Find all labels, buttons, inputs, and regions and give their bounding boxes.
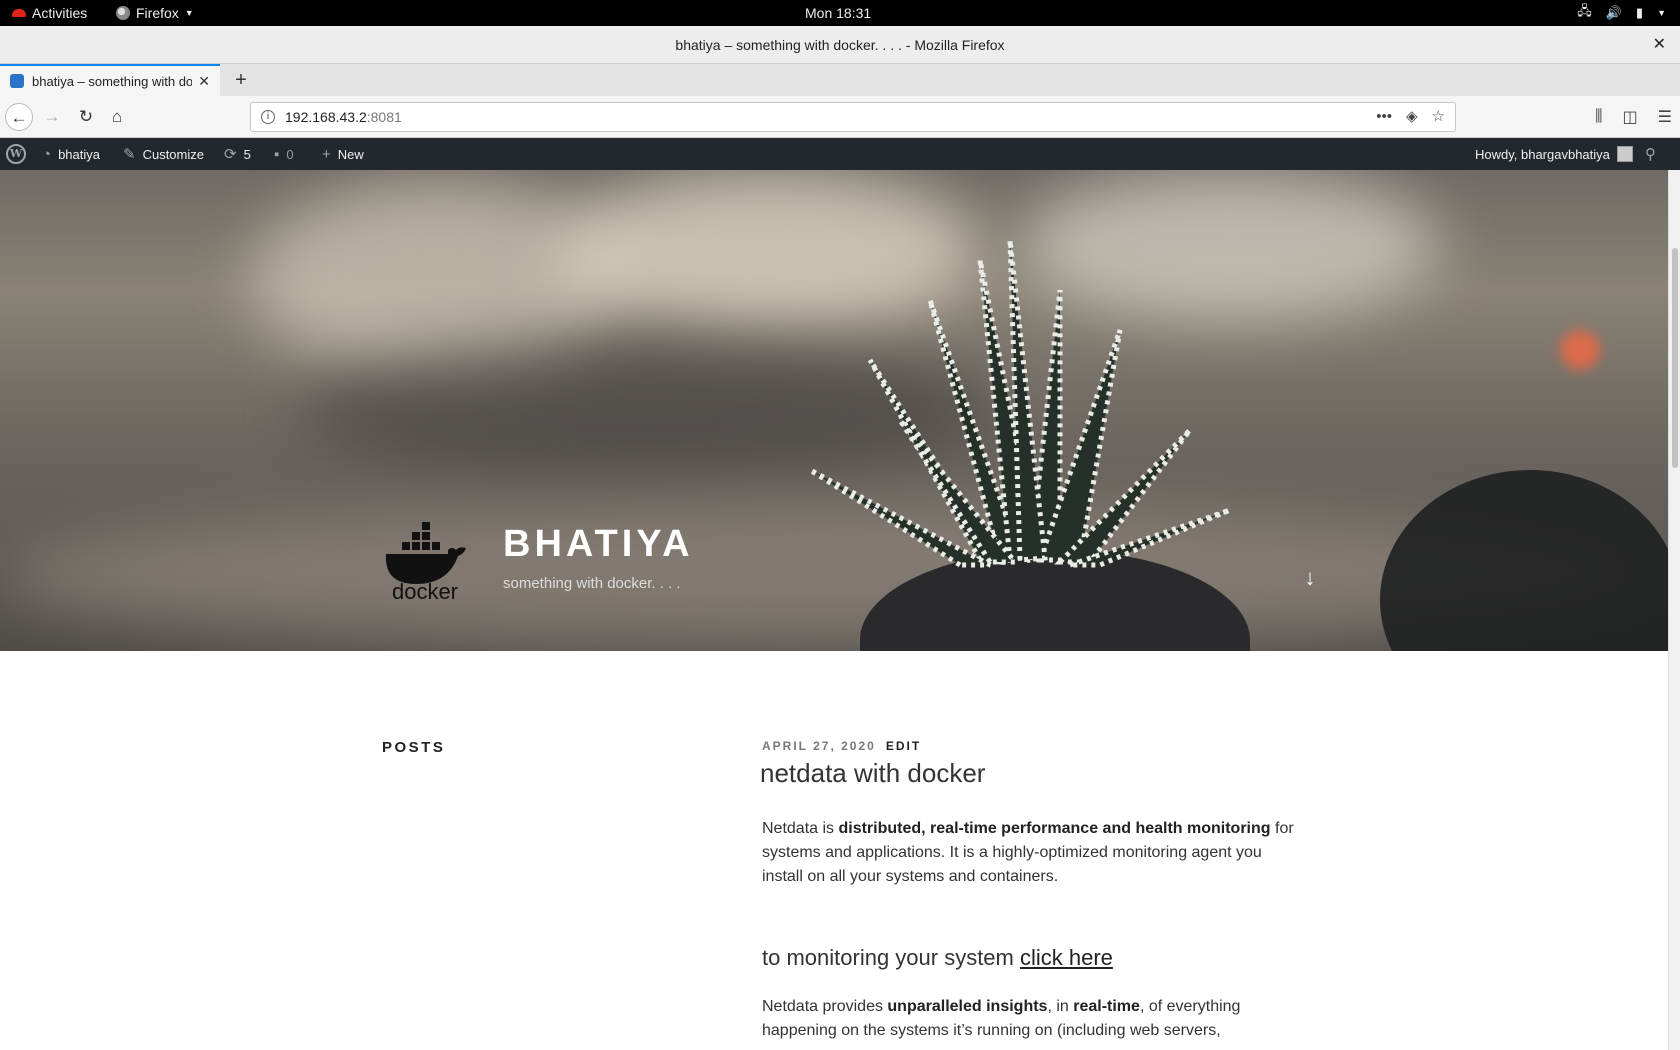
tab-title: bhatiya – something with docker xyxy=(32,73,192,89)
search-icon: ⚲ xyxy=(1645,146,1656,163)
wp-admin-bar: W ◔ bhatiya ✎ Customize ⟳ 5 ▪ 0 + New Ho… xyxy=(0,138,1680,170)
library-icon[interactable]: ⫼ xyxy=(1595,108,1602,126)
scroll-down-arrow-icon[interactable]: ↓ xyxy=(1298,565,1322,595)
avatar xyxy=(1616,146,1633,162)
navigation-toolbar: ← → ↻ ⌂ i 192.168.43.2:8081 ••• ◈ ☆ ⫼ ◫ … xyxy=(0,96,1680,138)
wp-logo-button[interactable]: W xyxy=(6,138,26,170)
menu-icon[interactable]: ☰ xyxy=(1658,107,1672,127)
site-description: something with docker. . . . xyxy=(503,575,681,592)
bookmark-star-icon[interactable]: ☆ xyxy=(1432,103,1445,131)
battery-icon: ▮ xyxy=(1635,5,1644,20)
page-actions-icon[interactable]: ••• xyxy=(1376,103,1392,131)
custom-header: docker BHATIYA something with docker. . … xyxy=(0,170,1668,651)
posts-heading: POSTS xyxy=(382,739,446,756)
forward-button[interactable]: → xyxy=(38,103,66,131)
plus-icon: + xyxy=(322,145,331,163)
site-name-label: bhatiya xyxy=(58,146,100,162)
customize-link[interactable]: ✎ Customize xyxy=(123,138,204,170)
back-button[interactable]: ← xyxy=(5,103,33,131)
site-title[interactable]: BHATIYA xyxy=(503,523,694,566)
updates-icon: ⟳ xyxy=(224,146,237,163)
updates-link[interactable]: ⟳ 5 xyxy=(224,138,251,170)
favicon-icon xyxy=(10,74,24,88)
updates-count: 5 xyxy=(243,146,251,162)
admin-search-button[interactable]: ⚲ xyxy=(1645,138,1656,170)
sidebar-icon[interactable]: ◫ xyxy=(1623,107,1638,127)
url-port: :8081 xyxy=(366,109,402,125)
info-icon[interactable]: i xyxy=(261,110,275,124)
reload-button[interactable]: ↻ xyxy=(72,103,100,131)
new-label: New xyxy=(337,146,364,162)
redhat-icon xyxy=(12,9,26,17)
post-date[interactable]: APRIL 27, 2020 xyxy=(762,739,876,753)
volume-icon: 🔊 xyxy=(1605,5,1622,20)
window-title-bar: bhatiya – something with docker. . . . -… xyxy=(0,26,1680,64)
dashboard-icon: ◔ xyxy=(42,145,52,163)
wordpress-icon: W xyxy=(6,144,26,164)
new-content-link[interactable]: + New xyxy=(322,138,364,170)
url-host: 192.168.43.2 xyxy=(285,109,367,125)
bold-text: distributed, real-time performance and h… xyxy=(838,820,1271,837)
svg-text:docker: docker xyxy=(392,579,458,600)
home-button[interactable]: ⌂ xyxy=(103,103,131,131)
url-bar[interactable]: i 192.168.43.2:8081 ••• ◈ ☆ xyxy=(250,102,1456,132)
text-span: to monitoring your system xyxy=(762,945,1020,970)
text-span: Netdata provides xyxy=(762,998,888,1015)
pocket-icon[interactable]: ◈ xyxy=(1406,103,1418,131)
edit-link[interactable]: EDIT xyxy=(886,739,921,753)
tab-strip: bhatiya – something with docker ✕ + xyxy=(0,64,1680,96)
text-span: Netdata is xyxy=(762,820,839,837)
app-menu-button[interactable]: Firefox ▼ xyxy=(116,0,194,26)
clock-label: Mon 18:31 xyxy=(805,5,872,21)
new-tab-button[interactable]: + xyxy=(230,64,252,96)
site-name-link[interactable]: ◔ bhatiya xyxy=(42,138,100,170)
post-title[interactable]: netdata with docker xyxy=(760,758,985,789)
chevron-down-icon: ▼ xyxy=(1657,8,1666,18)
network-icon: 🖧 xyxy=(1577,3,1592,18)
click-here-link[interactable]: click here xyxy=(1020,945,1113,970)
activities-label: Activities xyxy=(32,5,88,21)
activities-button[interactable]: Activities xyxy=(12,0,87,26)
comments-count: 0 xyxy=(286,146,294,162)
customize-label: Customize xyxy=(142,146,204,162)
post-paragraph: Netdata provides unparalleled insights, … xyxy=(762,995,1302,1043)
succulent-leaves xyxy=(808,239,1231,568)
close-window-icon[interactable]: ✕ xyxy=(1653,26,1666,64)
page-scrollbar[interactable] xyxy=(1668,170,1680,1050)
my-account-link[interactable]: Howdy, bhargavbhatiya xyxy=(1475,138,1633,170)
bold-text: unparalleled insights xyxy=(887,998,1048,1015)
app-menu-label: Firefox xyxy=(136,5,179,21)
system-tray[interactable]: 🖧 🔊 ▮ ▼ xyxy=(1577,0,1666,26)
system-top-bar: Activities Firefox ▼ Mon 18:31 🖧 🔊 ▮ ▼ xyxy=(0,0,1680,26)
firefox-icon xyxy=(116,6,130,20)
howdy-label: Howdy, bhargavbhatiya xyxy=(1475,146,1610,162)
tab-active[interactable]: bhatiya – something with docker ✕ xyxy=(0,64,220,96)
docker-logo: docker xyxy=(385,522,466,600)
url-text: 192.168.43.2:8081 xyxy=(285,103,402,131)
post-subheading: to monitoring your system click here xyxy=(762,945,1113,971)
bold-text: real-time xyxy=(1073,998,1140,1015)
clock[interactable]: Mon 18:31 xyxy=(805,0,871,26)
window-title: bhatiya – something with docker. . . . -… xyxy=(675,37,1005,53)
brush-icon: ✎ xyxy=(123,146,136,163)
scrollbar-thumb[interactable] xyxy=(1672,248,1678,468)
post-paragraph: Netdata is distributed, real-time perfor… xyxy=(762,817,1302,889)
comment-icon: ▪ xyxy=(274,145,280,163)
chevron-down-icon: ▼ xyxy=(184,8,194,18)
post-meta: APRIL 27, 2020 EDIT xyxy=(762,739,921,753)
comments-link[interactable]: ▪ 0 xyxy=(274,138,294,170)
text-span: , in xyxy=(1047,998,1074,1015)
close-tab-icon[interactable]: ✕ xyxy=(198,73,210,90)
